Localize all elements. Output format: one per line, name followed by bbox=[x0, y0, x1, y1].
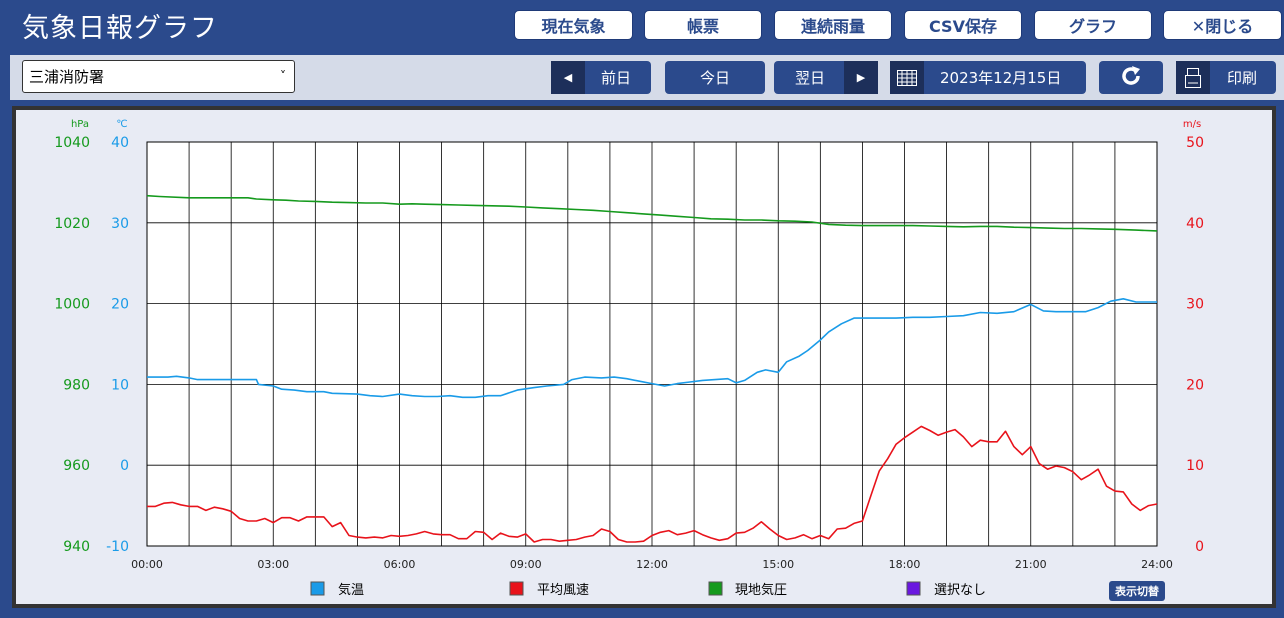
time-tick-label: 15:00 bbox=[762, 558, 794, 571]
graph-button[interactable]: グラフ bbox=[1034, 10, 1152, 40]
pressure-tick-label: 940 bbox=[63, 539, 90, 555]
wind-tick-label: 50 bbox=[1186, 135, 1204, 151]
time-tick-label: 03:00 bbox=[257, 558, 289, 571]
weather-chart: hPa ℃ m/s 104010201000980960940 40302010… bbox=[54, 119, 1204, 601]
legend-item-pressure[interactable]: 現地気圧 bbox=[708, 581, 787, 598]
wind-unit-label: m/s bbox=[1183, 119, 1201, 130]
wind-tick-label: 40 bbox=[1186, 216, 1204, 232]
pressure-tick-label: 1000 bbox=[54, 297, 90, 313]
time-axis-ticks: 00:00 03:00 06:00 09:00 12:00 15:00 18:00 21:00… bbox=[131, 558, 1173, 571]
legend: 気温 平均風速 現地気圧 選択なし bbox=[310, 581, 986, 598]
chevron-down-icon: ˅ bbox=[280, 69, 286, 83]
refresh-icon bbox=[1118, 63, 1144, 93]
today-button[interactable]: 今日 bbox=[665, 61, 765, 94]
legend-label-temp: 気温 bbox=[338, 582, 364, 598]
pressure-axis-ticks: 1040 1020 1000 980 960 940 bbox=[54, 135, 90, 555]
wind-tick-label: 10 bbox=[1186, 458, 1204, 474]
legend-item-none[interactable]: 選択なし bbox=[906, 581, 986, 598]
wind-axis-ticks: 50 40 30 20 10 0 bbox=[1186, 135, 1204, 555]
temp-tick-label: 20 bbox=[111, 297, 129, 313]
wind-tick-label: 0 bbox=[1195, 539, 1204, 555]
time-tick-label: 09:00 bbox=[510, 558, 542, 571]
temp-tick-label: 0 bbox=[120, 458, 129, 474]
chart-panel: hPa ℃ m/s 1040 1020 1000 980 960 940 40 30 20 10… bbox=[12, 106, 1276, 608]
ledger-button[interactable]: 帳票 bbox=[644, 10, 762, 40]
display-toggle-button[interactable]: 表示切替 bbox=[1109, 581, 1165, 601]
pressure-tick-label: 980 bbox=[63, 377, 90, 393]
temp-unit-label: ℃ bbox=[116, 119, 127, 130]
arrow-right-icon: ▶ bbox=[844, 61, 878, 94]
time-tick-label: 06:00 bbox=[384, 558, 416, 571]
current-weather-button[interactable]: 現在気象 bbox=[514, 10, 633, 40]
wind-tick-label: 30 bbox=[1186, 297, 1204, 313]
temp-tick-label: 40 bbox=[111, 135, 129, 151]
legend-swatch-pressure bbox=[708, 581, 723, 596]
app-title: 気象日報グラフ bbox=[22, 13, 218, 44]
temp-tick-label: 10 bbox=[111, 377, 129, 393]
legend-swatch-temp bbox=[310, 581, 325, 596]
pressure-tick-label: 960 bbox=[63, 458, 90, 474]
date-picker[interactable]: 2023年12月15日 bbox=[890, 61, 1086, 94]
display-toggle-label: 表示切替 bbox=[1114, 584, 1160, 598]
legend-item-wind[interactable]: 平均風速 bbox=[509, 581, 589, 598]
wind-tick-label: 20 bbox=[1186, 377, 1204, 393]
pressure-tick-label: 1040 bbox=[54, 135, 90, 151]
calendar-icon bbox=[890, 61, 924, 94]
prev-day-label: 前日 bbox=[600, 69, 631, 87]
arrow-left-icon: ◀ bbox=[551, 61, 585, 94]
legend-swatch-wind bbox=[509, 581, 524, 596]
print-label: 印刷 bbox=[1226, 69, 1257, 87]
legend-swatch-none bbox=[906, 581, 921, 596]
printer-icon bbox=[1176, 61, 1210, 94]
pressure-tick-label: 1020 bbox=[54, 216, 90, 232]
temp-tick-label: -10 bbox=[106, 539, 129, 555]
time-tick-label: 00:00 bbox=[131, 558, 163, 571]
station-select[interactable]: 三浦消防署 ˅ bbox=[22, 60, 295, 93]
pressure-unit-label: hPa bbox=[71, 119, 89, 130]
prev-day-button[interactable]: ◀ 前日 bbox=[551, 61, 651, 94]
close-button[interactable]: ✕閉じる bbox=[1163, 10, 1282, 40]
print-button[interactable]: 印刷 bbox=[1176, 61, 1276, 94]
time-tick-label: 24:00 bbox=[1141, 558, 1173, 571]
temp-axis-ticks: 40 30 20 10 0 -10 bbox=[106, 135, 129, 555]
time-tick-label: 21:00 bbox=[1015, 558, 1047, 571]
date-value: 2023年12月15日 bbox=[940, 69, 1062, 87]
next-day-label: 翌日 bbox=[794, 69, 825, 87]
legend-label-wind: 平均風速 bbox=[537, 583, 589, 598]
temp-tick-label: 30 bbox=[111, 216, 129, 232]
legend-label-pressure: 現地気圧 bbox=[735, 582, 787, 598]
legend-item-temp[interactable]: 気温 bbox=[310, 581, 364, 598]
legend-label-none: 選択なし bbox=[934, 583, 986, 598]
csv-save-button[interactable]: CSV保存 bbox=[904, 10, 1022, 40]
station-select-value: 三浦消防署 bbox=[29, 68, 105, 86]
time-tick-label: 18:00 bbox=[889, 558, 921, 571]
next-day-button[interactable]: 翌日 ▶ bbox=[774, 61, 878, 94]
time-tick-label: 12:00 bbox=[636, 558, 668, 571]
continuous-rain-button[interactable]: 連続雨量 bbox=[774, 10, 892, 40]
refresh-button[interactable] bbox=[1099, 61, 1163, 94]
